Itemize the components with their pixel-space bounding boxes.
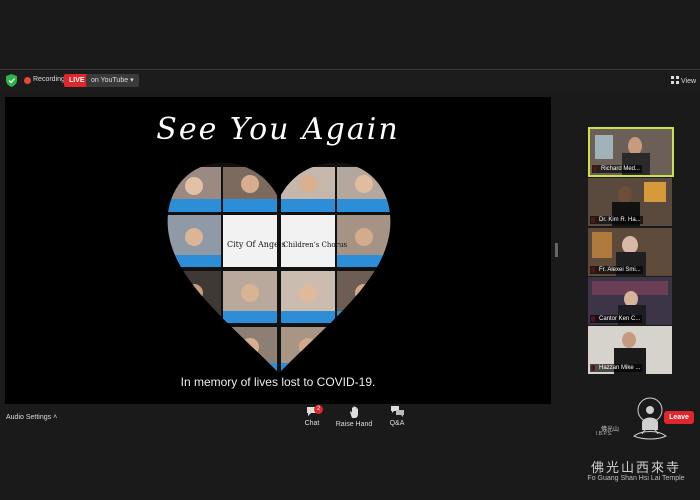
watermark-ibps: I.B.P.S.	[596, 431, 613, 437]
participant-name: Richard Med...	[592, 165, 643, 173]
chat-label: Chat	[304, 420, 320, 427]
participant-name: Fr. Alexei Smi...	[590, 266, 643, 274]
chevron-down-icon: ▾	[130, 77, 134, 84]
participant-name: Cantor Ken C...	[590, 315, 643, 323]
panel-resize-handle[interactable]	[555, 243, 558, 257]
share-title: See You Again	[156, 112, 400, 147]
grid-icon	[671, 76, 679, 84]
raise-hand-icon	[349, 406, 358, 418]
participant-name: Dr. Kim R. Ha...	[590, 216, 643, 224]
participant-video-tile[interactable]: Hazzan Mike ...	[588, 326, 672, 374]
watermark-temple-name-cn: 佛光山西來寺	[590, 460, 681, 475]
raise-hand-button[interactable]: Raise Hand	[334, 406, 374, 428]
view-button[interactable]: View	[671, 76, 696, 87]
participant-video-tile[interactable]: Dr. Kim R. Ha...	[588, 178, 672, 226]
participant-video-tile[interactable]: Richard Med...	[588, 127, 674, 177]
chat-count-badge: 2	[314, 405, 323, 414]
qa-label: Q&A	[389, 420, 405, 427]
participant-video-tile[interactable]: Cantor Ken C...	[588, 277, 672, 325]
memorial-caption: In memory of lives lost to COVID-19.	[180, 375, 376, 389]
youtube-live-dropdown[interactable]: on YouTube ▾	[86, 74, 139, 87]
participant-video-tile[interactable]: Fr. Alexei Smi...	[588, 228, 672, 276]
qa-button[interactable]: Q&A	[377, 406, 417, 427]
lotus-buddha-logo-icon	[633, 397, 667, 440]
audio-settings-label: Audio Settings	[6, 414, 52, 421]
chorus-logo-right: Children's Chorus	[283, 241, 347, 249]
chevron-up-icon: ˄	[53, 414, 58, 421]
heart-photo-collage: City Of Angels Children's Chorus	[167, 162, 391, 373]
shield-icon[interactable]	[6, 74, 17, 87]
raise-hand-label: Raise Hand	[335, 421, 373, 428]
recording-icon	[24, 77, 31, 84]
qa-icon	[390, 406, 404, 417]
view-label: View	[681, 78, 697, 85]
youtube-label: on YouTube	[91, 77, 129, 84]
chat-button[interactable]: Chat	[292, 406, 332, 427]
watermark-temple-name-en: Fo Guang Shan Hsi Lai Temple	[587, 475, 685, 482]
chorus-logo-left: City Of Angels	[227, 240, 285, 249]
participant-name: Hazzan Mike ...	[590, 364, 643, 372]
shared-screen: See You Again City Of Angels Children's …	[5, 97, 551, 404]
audio-settings-button[interactable]: Audio Settings ˄	[6, 414, 57, 421]
recording-label: Recording	[33, 76, 65, 83]
